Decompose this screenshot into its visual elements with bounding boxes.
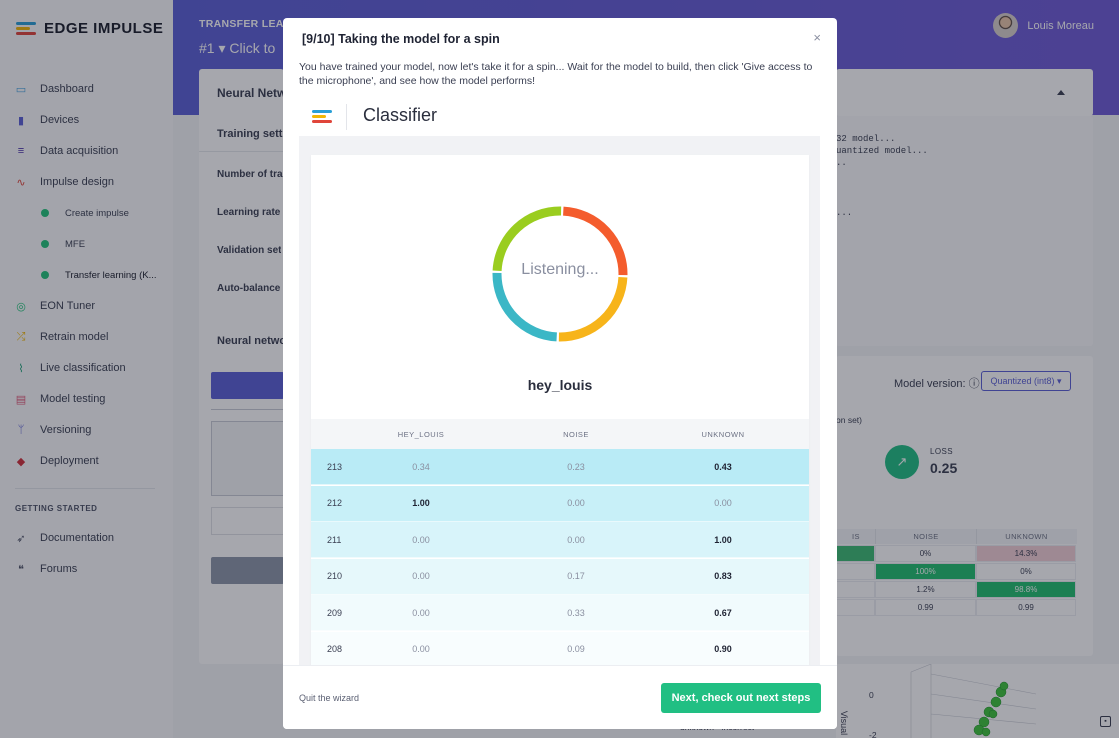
score-cell: 0.83 xyxy=(657,559,789,594)
score-cell: 0.00 xyxy=(360,522,482,557)
listening-status: Listening... xyxy=(521,261,599,278)
next-steps-button[interactable]: Next, check out next steps xyxy=(661,683,821,713)
score-cell: 0.00 xyxy=(509,486,643,521)
column-header: HEY_LOUIS xyxy=(397,429,445,439)
table-row: 213 0.34 0.23 0.43 xyxy=(311,449,809,485)
wizard-modal: [9/10] Taking the model for a spin × You… xyxy=(283,18,837,729)
sample-id: 208 xyxy=(327,644,343,654)
column-header: UNKNOWN xyxy=(701,429,745,439)
score-value: 0.17 xyxy=(567,571,585,581)
sample-id: 213 xyxy=(327,461,343,472)
results-table-header: HEY_LOUIS NOISE UNKNOWN xyxy=(311,419,809,449)
score-cell: 0.00 xyxy=(657,486,789,521)
score-value: 0.00 xyxy=(567,498,585,508)
score-cell: 0.33 xyxy=(509,595,643,630)
score-value: 0.00 xyxy=(412,534,430,545)
score-cell: 0.67 xyxy=(657,595,789,630)
close-icon[interactable]: × xyxy=(813,30,821,45)
score-cell: 0.00 xyxy=(509,522,643,557)
score-cell: 0.09 xyxy=(509,632,643,666)
score-value: 0.43 xyxy=(714,461,732,472)
score-value: 0.33 xyxy=(567,607,585,618)
classifier-title: Classifier xyxy=(363,105,438,125)
ring-segment xyxy=(492,272,558,342)
score-cell: 0.34 xyxy=(360,449,482,484)
score-cell: 1.00 xyxy=(657,522,789,557)
table-row: 212 1.00 0.00 0.00 xyxy=(311,485,809,522)
score-value: 0.83 xyxy=(714,571,732,581)
column-header: NOISE xyxy=(563,429,589,439)
score-value: 0.90 xyxy=(714,644,732,654)
score-cell: 0.43 xyxy=(657,449,789,484)
score-cell: 0.90 xyxy=(657,632,789,666)
table-row: 208 0.00 0.09 0.90 xyxy=(311,631,809,666)
classifier-frame: Classifier Listening... hey_louis HEY_LO… xyxy=(299,98,820,665)
modal-title: [9/10] Taking the model for a spin xyxy=(302,32,500,46)
score-cell: 0.23 xyxy=(509,449,643,484)
score-value: 0.00 xyxy=(412,644,430,654)
score-value: 0.00 xyxy=(412,571,430,581)
score-value: 0.23 xyxy=(567,461,585,472)
divider xyxy=(346,104,347,130)
score-value: 0.34 xyxy=(412,461,430,472)
sample-id: 212 xyxy=(327,498,343,508)
table-row: 210 0.00 0.17 0.83 xyxy=(311,558,809,595)
score-value: 0.00 xyxy=(714,498,732,508)
modal-description: You have trained your model, now let's t… xyxy=(299,61,813,87)
edge-impulse-logo-icon xyxy=(312,109,334,125)
modal-footer: Quit the wizard Next, check out next ste… xyxy=(283,665,837,729)
classifier-header: Classifier xyxy=(299,98,820,136)
quit-wizard-link[interactable]: Quit the wizard xyxy=(299,693,359,703)
table-row: 211 0.00 0.00 1.00 xyxy=(311,522,809,558)
score-cell: 0.00 xyxy=(360,559,482,594)
score-value: 0.67 xyxy=(714,607,732,618)
table-row: 209 0.00 0.33 0.67 xyxy=(311,595,809,631)
score-cell: 1.00 xyxy=(360,486,482,521)
predicted-label: hey_louis xyxy=(527,377,593,393)
score-value: 1.00 xyxy=(412,498,430,508)
score-value: 0.09 xyxy=(567,644,585,654)
score-value: 0.00 xyxy=(412,607,430,618)
sample-id: 210 xyxy=(327,571,343,581)
score-value: 1.00 xyxy=(714,534,732,545)
sample-id: 211 xyxy=(327,534,342,545)
score-cell: 0.00 xyxy=(360,595,482,630)
score-cell: 0.17 xyxy=(509,559,643,594)
ring-segment xyxy=(558,276,628,342)
score-value: 0.00 xyxy=(567,534,585,545)
classifier-panel: Listening... hey_louis HEY_LOUIS NOISE U… xyxy=(311,155,809,665)
sample-id: 209 xyxy=(327,607,343,618)
score-cell: 0.00 xyxy=(360,632,482,666)
